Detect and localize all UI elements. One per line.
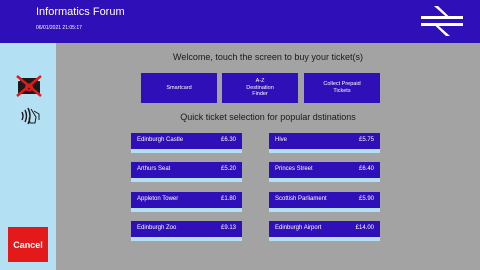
ticket-button-princes-street[interactable]: Princes Street £6.40	[269, 162, 380, 182]
ticket-price: £14.00	[355, 225, 374, 231]
cancel-button[interactable]: Cancel	[8, 227, 48, 262]
popular-heading: Quick ticket selection for popular dstin…	[180, 112, 356, 122]
ticket-name: Arthurs Seat	[137, 166, 171, 172]
ticket-price: £6.30	[220, 137, 236, 143]
ticket-name: Scottish Parliament	[275, 196, 327, 202]
ticket-button-arthurs-seat[interactable]: Arthurs Seat £5.20	[131, 162, 242, 182]
ticket-price: £5.90	[358, 196, 374, 202]
ticket-strip	[269, 237, 380, 241]
ticket-name: Edinburgh Zoo	[137, 225, 177, 231]
ticket-price: £5.75	[358, 137, 374, 143]
ticket-name: Appleton Tower	[137, 196, 179, 202]
ticket-name: Edinburgh Castle	[137, 137, 184, 143]
ticket-name: Edinburgh Airport	[275, 225, 322, 231]
ticket-price: £6.40	[358, 166, 374, 172]
ticket-name: Princes Street	[275, 166, 313, 172]
ticket-strip	[269, 178, 380, 182]
smartcard-button[interactable]: Smartcard	[141, 73, 217, 103]
welcome-message: Welcome, touch the screen to buy your ti…	[173, 52, 363, 62]
ticket-button-edinburgh-castle[interactable]: Edinburgh Castle £6.30	[131, 133, 242, 153]
sidebar: Cancel	[0, 43, 56, 270]
ticket-strip	[131, 208, 242, 212]
ticket-price: £1.80	[220, 196, 236, 202]
ticket-strip	[131, 149, 242, 153]
destination-finder-button[interactable]: A-Z Destination Finder	[222, 73, 298, 103]
ticket-price: £9.13	[220, 225, 236, 231]
ticket-button-scottish-parliament[interactable]: Scottish Parliament £5.90	[269, 192, 380, 212]
ticket-strip	[269, 208, 380, 212]
ticket-button-edinburgh-airport[interactable]: Edinburgh Airport £14.00	[269, 221, 380, 241]
header-bar: Informatics Forum 06/01/2021 21:05:17	[0, 0, 480, 43]
national-rail-logo-icon	[421, 6, 463, 36]
ticket-button-appleton-tower[interactable]: Appleton Tower £1.80	[131, 192, 242, 212]
contactless-payment-icon	[21, 107, 40, 125]
collect-prepaid-button[interactable]: Collect Prepaid Tickets	[304, 73, 380, 103]
ticket-name: Hive	[275, 137, 288, 143]
station-name: Informatics Forum	[36, 6, 125, 18]
datetime: 06/01/2021 21:05:17	[36, 25, 82, 31]
ticket-button-hive[interactable]: Hive £5.75	[269, 133, 380, 153]
ticket-button-edinburgh-zoo[interactable]: Edinburgh Zoo £9.13	[131, 221, 242, 241]
ticket-strip	[131, 237, 242, 241]
no-cash-icon	[16, 75, 42, 97]
ticket-strip	[131, 178, 242, 182]
ticket-price: £5.20	[220, 166, 236, 172]
ticket-strip	[269, 149, 380, 153]
